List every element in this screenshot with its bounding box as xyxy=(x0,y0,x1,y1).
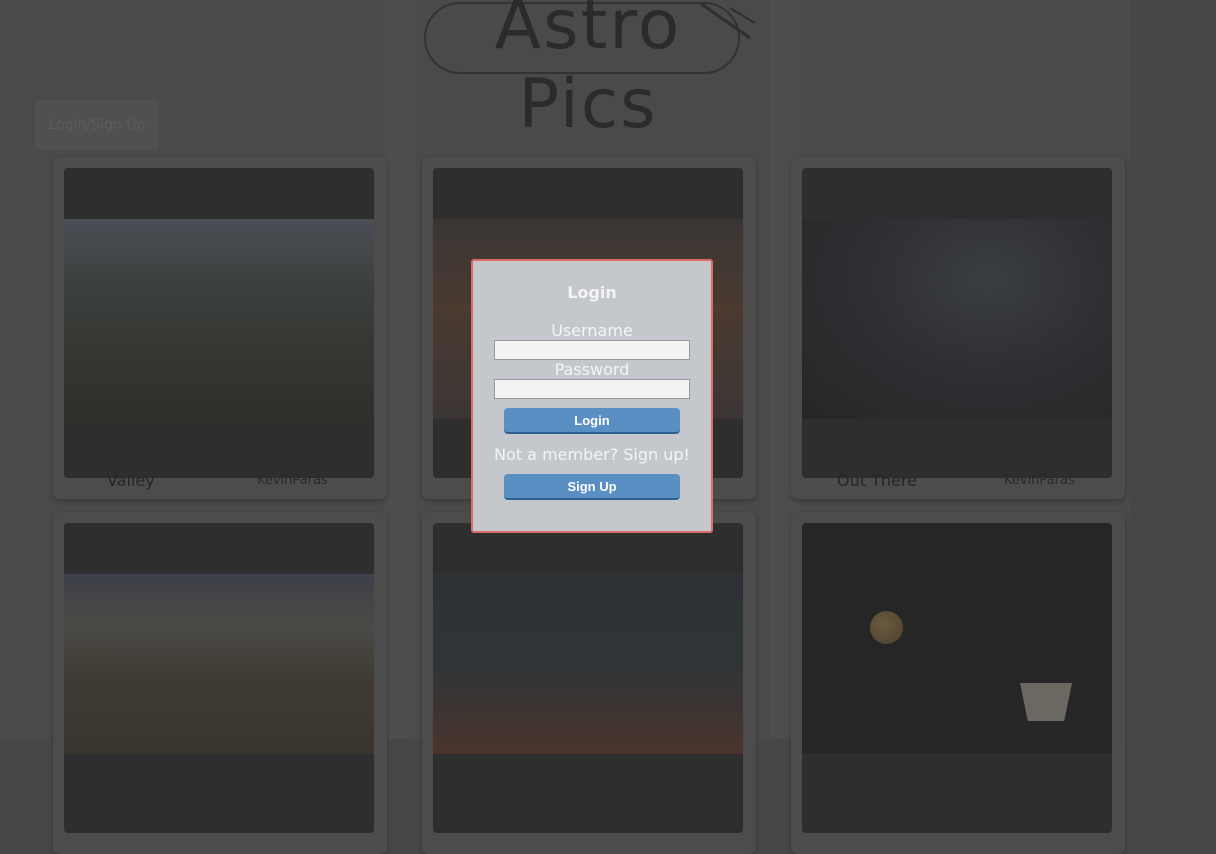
photo-card[interactable]: Valley KevinParas xyxy=(53,157,387,499)
signup-button[interactable]: Sign Up xyxy=(504,474,680,500)
photo-image xyxy=(802,219,1112,419)
photo-valley[interactable] xyxy=(64,168,374,478)
site-logo[interactable]: Astro Pics xyxy=(420,0,760,144)
login-modal: Login Username Password Login Not a memb… xyxy=(471,259,713,533)
photo-landscape[interactable] xyxy=(64,523,374,833)
photo-image xyxy=(433,574,743,754)
moon-icon xyxy=(870,611,903,644)
telescope-icon xyxy=(699,1,756,40)
photo-out-there[interactable] xyxy=(802,168,1112,478)
card-author[interactable]: KevinParas xyxy=(257,473,328,488)
photo-desert-night[interactable] xyxy=(433,523,743,833)
photo-card[interactable] xyxy=(53,512,387,854)
modal-title: Login xyxy=(567,283,617,302)
password-label: Password xyxy=(554,360,630,379)
lamp-icon xyxy=(1020,683,1072,721)
photo-image xyxy=(64,219,374,429)
card-title: Valley xyxy=(107,471,155,490)
card-title: Out There xyxy=(837,471,917,490)
photo-image xyxy=(802,523,1112,753)
gutter xyxy=(1130,0,1216,739)
gutter xyxy=(385,0,415,739)
username-label: Username xyxy=(551,321,633,340)
card-author[interactable]: KevinParas xyxy=(1004,473,1075,488)
login-signup-button[interactable]: Login/Sign Up xyxy=(35,100,159,150)
login-button[interactable]: Login xyxy=(504,408,680,434)
photo-card[interactable] xyxy=(422,512,756,854)
photo-moon[interactable] xyxy=(802,523,1112,833)
signup-prompt: Not a member? Sign up! xyxy=(494,445,690,464)
password-field[interactable] xyxy=(494,379,690,399)
photo-card[interactable] xyxy=(791,512,1125,854)
photo-card[interactable]: Out There KevinParas xyxy=(791,157,1125,499)
photo-image xyxy=(64,574,374,754)
username-field[interactable] xyxy=(494,340,690,360)
